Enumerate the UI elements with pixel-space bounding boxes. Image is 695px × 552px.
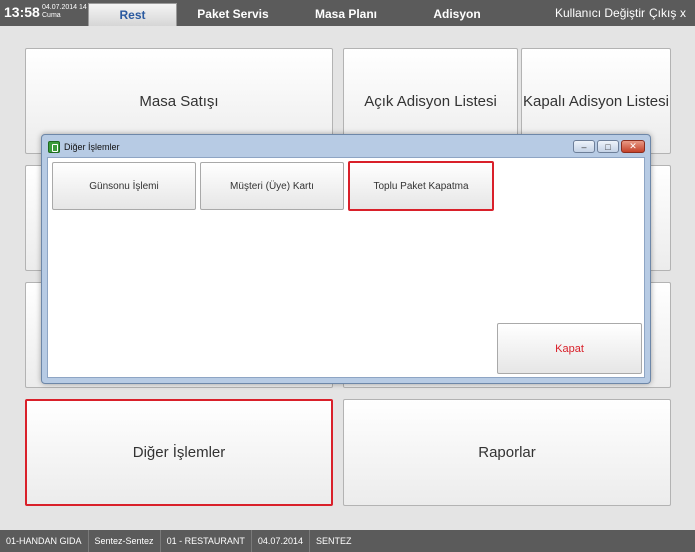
status-bar: 01-HANDAN GIDA Sentez-Sentez 01 - RESTAU… [0,530,695,552]
diger-islemler-dialog: Diğer İşlemler – □ ✕ Günsonu İşlemi Müşt… [41,134,651,384]
kapat-button[interactable]: Kapat [497,323,642,374]
close-icon[interactable]: x [680,0,686,26]
raporlar-tile[interactable]: Raporlar [343,399,671,506]
app-icon [48,141,60,153]
logout-button[interactable]: Çıkış [649,0,676,26]
musteri-karti-button[interactable]: Müşteri (Üye) Kartı [200,162,344,210]
date-text: 04.07.2014 14 [42,4,87,11]
date-block: 04.07.2014 14 Cuma [42,4,87,20]
toplu-paket-kapatma-button[interactable]: Toplu Paket Kapatma [348,161,494,211]
maximize-icon[interactable]: □ [597,140,619,153]
tab-paket-servis[interactable]: Paket Servis [190,0,276,26]
dialog-title: Diğer İşlemler [64,142,120,152]
minimize-icon[interactable]: – [573,140,595,153]
status-branch: 01 - RESTAURANT [161,530,252,552]
top-bar: 13:58 04.07.2014 14 Cuma Rest Paket Serv… [0,0,695,26]
tab-adisyon[interactable]: Adisyon [425,0,489,26]
dialog-close-icon[interactable]: ✕ [621,140,645,153]
user-switch-button[interactable]: Kullanıcı Değiştir [555,0,645,26]
dialog-body: Günsonu İşlemi Müşteri (Üye) Kartı Toplu… [47,157,645,378]
clock: 13:58 [4,4,40,20]
status-system: SENTEZ [315,536,352,546]
status-date: 04.07.2014 [252,530,310,552]
tab-rest[interactable]: Rest [88,3,177,26]
gunsonu-islemi-button[interactable]: Günsonu İşlemi [52,162,196,210]
status-company: 01-HANDAN GIDA [0,530,89,552]
day-text: Cuma [42,12,61,19]
diger-islemler-tile[interactable]: Diğer İşlemler [25,399,333,506]
status-user: Sentez-Sentez [89,530,161,552]
tab-masa-plani[interactable]: Masa Planı [305,0,387,26]
